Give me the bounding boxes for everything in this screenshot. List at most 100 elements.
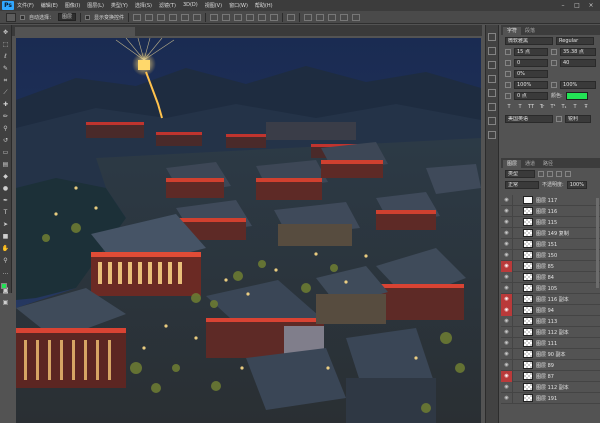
auto-align-icon[interactable] xyxy=(287,13,296,21)
hand-tool-icon[interactable]: ✋ xyxy=(2,245,10,253)
tab-paths[interactable]: 路径 xyxy=(539,160,558,168)
tsume-field[interactable]: 0% xyxy=(514,69,548,78)
layer-row[interactable]: ◉ 图层 84 xyxy=(501,271,600,283)
blend-mode-select[interactable]: 正常 xyxy=(505,180,539,189)
layer-row[interactable]: ◉ 图层 89 xyxy=(501,359,600,371)
layer-row[interactable]: ◉ 图层 116 副本 xyxy=(501,293,600,305)
language-select[interactable]: 美国英语 xyxy=(505,114,553,123)
align-middle-icon[interactable] xyxy=(145,13,154,21)
tab-character[interactable]: 字符 xyxy=(503,27,522,35)
filter-pixel-icon[interactable] xyxy=(538,170,544,177)
3d-pan-icon[interactable] xyxy=(328,13,337,21)
layer-visibility-eye-icon[interactable]: ◉ xyxy=(501,205,513,217)
layer-row[interactable]: ◉ 图层 111 xyxy=(501,337,600,349)
maximize-button[interactable]: □ xyxy=(572,2,582,9)
3d-roll-icon[interactable] xyxy=(316,13,325,21)
type-style-button[interactable]: Ŧ xyxy=(582,103,590,111)
eyedropper-tool-icon[interactable]: ⟋ xyxy=(2,89,10,97)
menu-item[interactable]: 滤镜(T) xyxy=(159,2,176,9)
align-right-icon[interactable] xyxy=(193,13,202,21)
paragraph-panel-icon[interactable] xyxy=(488,89,496,97)
layer-visibility-eye-icon[interactable]: ◉ xyxy=(501,260,513,272)
layer-visibility-eye-icon[interactable]: ◉ xyxy=(501,304,513,316)
distribute-center-icon[interactable] xyxy=(258,13,267,21)
distribute-top-icon[interactable] xyxy=(210,13,219,21)
layer-row[interactable]: ◉ 图层 112 副本 xyxy=(501,326,600,338)
layer-visibility-eye-icon[interactable]: ◉ xyxy=(501,227,513,239)
layer-row[interactable]: ◉ 图层 105 xyxy=(501,282,600,294)
menu-item[interactable]: 图像(I) xyxy=(65,2,80,9)
layer-row[interactable]: ◉ 图层 113 xyxy=(501,315,600,327)
document-tab[interactable] xyxy=(15,27,135,36)
layer-row[interactable]: ◉ 图层 94 xyxy=(501,304,600,316)
type-style-button[interactable]: Tr xyxy=(538,103,546,111)
type-style-button[interactable]: T¹ xyxy=(549,103,557,111)
layer-row[interactable]: ◉ 图层 149 复制 xyxy=(501,227,600,239)
layer-visibility-eye-icon[interactable]: ◉ xyxy=(501,249,513,261)
marquee-tool-icon[interactable]: ⬚ xyxy=(2,41,10,49)
distribute-middle-icon[interactable] xyxy=(222,13,231,21)
history-brush-tool-icon[interactable]: ↺ xyxy=(2,137,10,145)
leading-field[interactable]: 35.38 点 xyxy=(560,47,596,56)
menu-item[interactable]: 视图(V) xyxy=(205,2,222,9)
layer-row[interactable]: ◉ 图层 87 xyxy=(501,370,600,382)
tracking-field[interactable]: 40 xyxy=(560,58,596,67)
distribute-left-icon[interactable] xyxy=(246,13,255,21)
history-panel-icon[interactable] xyxy=(488,33,496,41)
adjustments-panel-icon[interactable] xyxy=(488,61,496,69)
layer-row[interactable]: ◉ 图层 90 副本 xyxy=(501,348,600,360)
healing-brush-tool-icon[interactable]: ✚ xyxy=(2,101,10,109)
blur-tool-icon[interactable]: ◆ xyxy=(2,173,10,181)
antialias-select[interactable]: 锐利 xyxy=(565,114,591,123)
close-button[interactable]: × xyxy=(586,2,596,9)
layer-visibility-eye-icon[interactable]: ◉ xyxy=(501,370,513,382)
type-style-button[interactable]: T xyxy=(505,103,513,111)
layer-visibility-eye-icon[interactable]: ◉ xyxy=(501,271,513,283)
opacity-field[interactable]: 100% xyxy=(566,180,587,189)
tab-channels[interactable]: 通道 xyxy=(521,160,540,168)
align-left-icon[interactable] xyxy=(169,13,178,21)
menu-item[interactable]: 选择(S) xyxy=(135,2,152,9)
document-canvas[interactable] xyxy=(16,38,481,423)
font-family-select[interactable]: 微软雅黑 xyxy=(505,36,553,45)
layer-visibility-eye-icon[interactable]: ◉ xyxy=(501,238,513,250)
3d-rotate-icon[interactable] xyxy=(304,13,313,21)
brush-tool-icon[interactable]: ✏ xyxy=(2,113,10,121)
kerning-field[interactable]: 0 xyxy=(514,58,548,67)
align-top-icon[interactable] xyxy=(133,13,142,21)
clone-stamp-tool-icon[interactable]: ⚲ xyxy=(2,125,10,133)
layer-row[interactable]: ◉ 图层 116 xyxy=(501,205,600,217)
more-tools-icon[interactable]: … xyxy=(2,269,10,277)
layer-visibility-eye-icon[interactable]: ◉ xyxy=(501,194,513,206)
filter-type-icon[interactable] xyxy=(556,170,562,177)
brush-panel-icon[interactable] xyxy=(488,103,496,111)
show-transform-checkbox[interactable] xyxy=(85,14,91,20)
layer-visibility-eye-icon[interactable]: ◉ xyxy=(501,359,513,371)
text-color-swatch[interactable] xyxy=(565,91,588,100)
auto-select-checkbox[interactable] xyxy=(20,14,25,20)
type-style-button[interactable]: T xyxy=(571,103,579,111)
menu-item[interactable]: 编辑(E) xyxy=(41,2,58,9)
rectangle-tool-icon[interactable]: ■ xyxy=(2,233,10,241)
dodge-tool-icon[interactable]: ● xyxy=(2,185,10,193)
font-style-select[interactable]: Regular xyxy=(556,36,594,45)
menu-item[interactable]: 帮助(H) xyxy=(255,2,273,9)
gradient-tool-icon[interactable]: ▤ xyxy=(2,161,10,169)
minimize-button[interactable]: – xyxy=(558,2,568,9)
layer-visibility-eye-icon[interactable]: ◉ xyxy=(501,381,513,393)
layer-row[interactable]: ◉ 图层 85 xyxy=(501,260,600,272)
path-selection-tool-icon[interactable]: ➤ xyxy=(2,221,10,229)
swatches-panel-icon[interactable] xyxy=(488,131,496,139)
menu-item[interactable]: 3D(D) xyxy=(183,2,198,9)
layer-row[interactable]: ◉ 图层 115 xyxy=(501,216,600,228)
type-style-button[interactable]: T₁ xyxy=(560,103,568,111)
tab-layers[interactable]: 图层 xyxy=(503,160,522,168)
menu-item[interactable]: 文件(F) xyxy=(17,2,34,9)
zoom-tool-icon[interactable]: ⚲ xyxy=(2,257,10,265)
menu-item[interactable]: 窗口(W) xyxy=(229,2,248,9)
move-tool-preset-icon[interactable] xyxy=(6,12,16,22)
align-bottom-icon[interactable] xyxy=(157,13,166,21)
pen-tool-icon[interactable]: ✒ xyxy=(2,197,10,205)
layer-visibility-eye-icon[interactable]: ◉ xyxy=(501,392,513,404)
layer-row[interactable]: ◉ 图层 117 xyxy=(501,194,600,206)
